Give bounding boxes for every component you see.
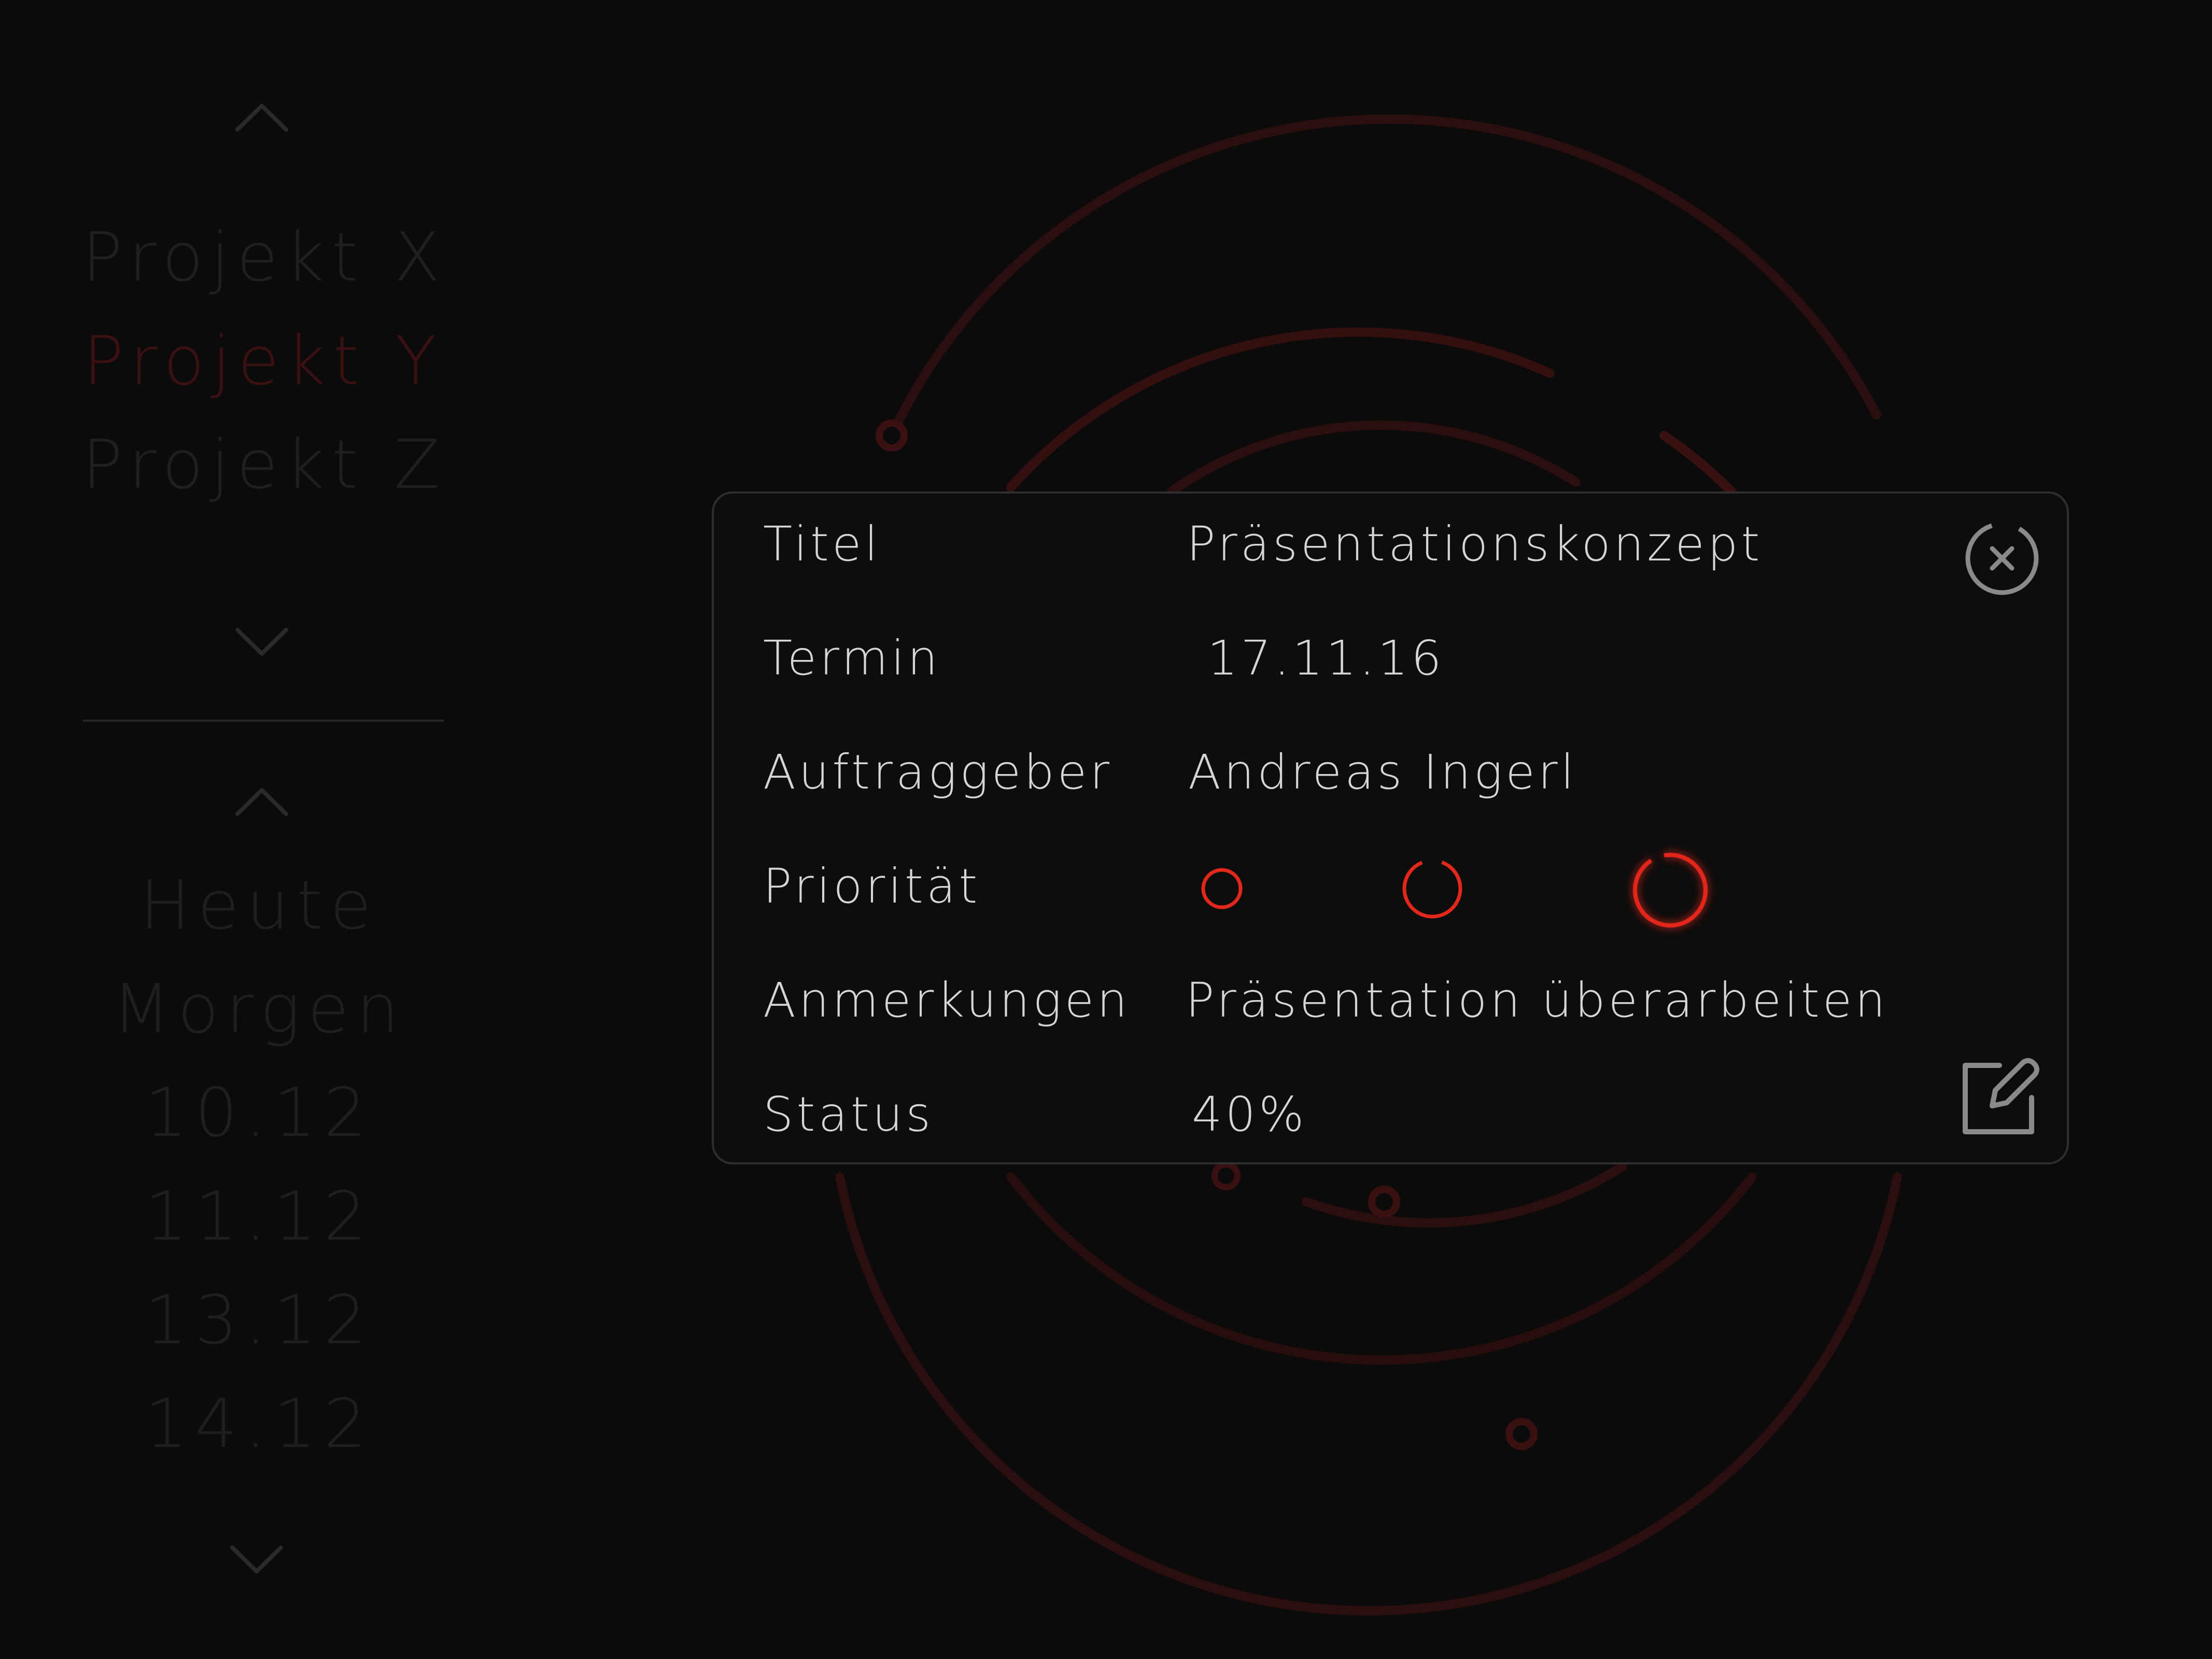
- task-detail-card: Titel Präsentationskonzept Termin 17.11.…: [712, 491, 2069, 1164]
- dates-scroll-up-button[interactable]: [233, 783, 290, 819]
- dates-scroll-down-button[interactable]: [228, 1542, 285, 1579]
- project-item-y[interactable]: Projekt Y: [82, 321, 445, 400]
- close-icon: [1965, 522, 2039, 595]
- priority-high-option[interactable]: [1618, 838, 1722, 942]
- field-value-termin[interactable]: 17.11.16: [1207, 630, 1445, 686]
- edit-button[interactable]: [1958, 1056, 2041, 1139]
- orbit-ring-inner: [1167, 420, 1581, 496]
- field-label-titel: Titel: [763, 516, 881, 572]
- orbit-ring-middle-right: [1659, 431, 1736, 496]
- priority-low-option[interactable]: [1196, 863, 1248, 915]
- orbit-ring-outer-bottom: [835, 1172, 1902, 1615]
- orbit-node: [1368, 1186, 1400, 1218]
- priority-medium-option[interactable]: [1396, 852, 1469, 925]
- edit-icon: [1963, 1058, 2039, 1134]
- chevron-down-icon: [235, 628, 288, 656]
- field-value-titel[interactable]: Präsentationskonzept: [1187, 516, 1763, 572]
- orbit-node: [876, 419, 908, 452]
- close-button[interactable]: [1963, 519, 2041, 597]
- project-item-z[interactable]: Projekt Z: [82, 425, 445, 504]
- project-item-x[interactable]: Projekt X: [82, 218, 445, 297]
- date-item-heute[interactable]: Heute: [78, 866, 441, 945]
- field-value-auftraggeber[interactable]: Andreas Ingerl: [1188, 744, 1577, 800]
- chevron-down-icon: [230, 1545, 283, 1573]
- orbit-ring-middle: [1006, 327, 1555, 492]
- orbit-node: [1211, 1161, 1241, 1190]
- app-screen: Projekt X Projekt Y Projekt Z Heute Morg…: [0, 0, 2212, 1659]
- field-value-status[interactable]: 40%: [1192, 1087, 1307, 1142]
- projects-scroll-up-button[interactable]: [233, 99, 290, 135]
- field-value-anmerkungen[interactable]: Präsentation überarbeiten: [1186, 973, 1889, 1028]
- chevron-up-icon: [235, 788, 288, 816]
- field-label-prioritaet: Priorität: [763, 859, 981, 914]
- field-label-anmerkungen: Anmerkungen: [763, 973, 1131, 1028]
- orbit-node: [1505, 1418, 1538, 1450]
- orbit-ring-outer: [887, 114, 1881, 440]
- chevron-up-icon: [235, 104, 288, 132]
- field-label-auftraggeber: Auftraggeber: [763, 744, 1113, 800]
- orbit-ring-inner-bottom: [1302, 1162, 1627, 1228]
- date-item-11-12[interactable]: 11.12: [78, 1177, 441, 1256]
- date-item-13-12[interactable]: 13.12: [78, 1281, 441, 1359]
- date-item-morgen[interactable]: Morgen: [78, 969, 441, 1048]
- date-item-10-12[interactable]: 10.12: [78, 1073, 441, 1152]
- field-label-status: Status: [763, 1087, 934, 1142]
- date-item-14-12[interactable]: 14.12: [78, 1384, 441, 1463]
- projects-scroll-down-button[interactable]: [233, 625, 290, 661]
- sidebar-divider: [83, 720, 444, 722]
- field-label-termin: Termin: [763, 630, 941, 686]
